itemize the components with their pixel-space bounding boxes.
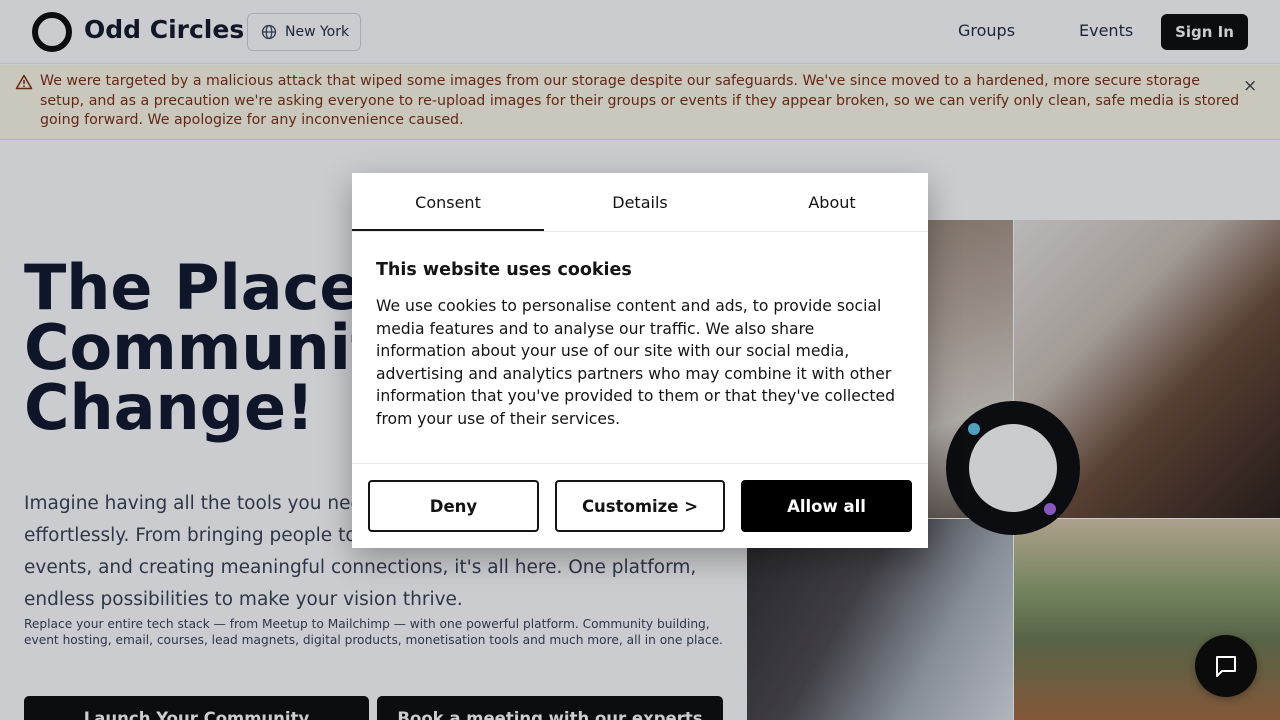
tab-details[interactable]: Details [544, 173, 736, 231]
tab-about[interactable]: About [736, 173, 928, 231]
tab-consent[interactable]: Consent [352, 173, 544, 231]
customize-button[interactable]: Customize > [555, 480, 725, 532]
cookie-title: This website uses cookies [376, 260, 632, 280]
deny-button[interactable]: Deny [368, 480, 539, 532]
chat-button[interactable] [1195, 635, 1257, 697]
chat-icon [1216, 656, 1236, 677]
button-divider [352, 463, 928, 464]
cookie-consent-dialog: Consent Details About This website uses … [352, 173, 928, 548]
tab-divider [352, 231, 928, 232]
active-tab-indicator [352, 229, 544, 231]
cookie-body: We use cookies to personalise content an… [376, 297, 896, 428]
allow-all-button[interactable]: Allow all [741, 480, 912, 532]
